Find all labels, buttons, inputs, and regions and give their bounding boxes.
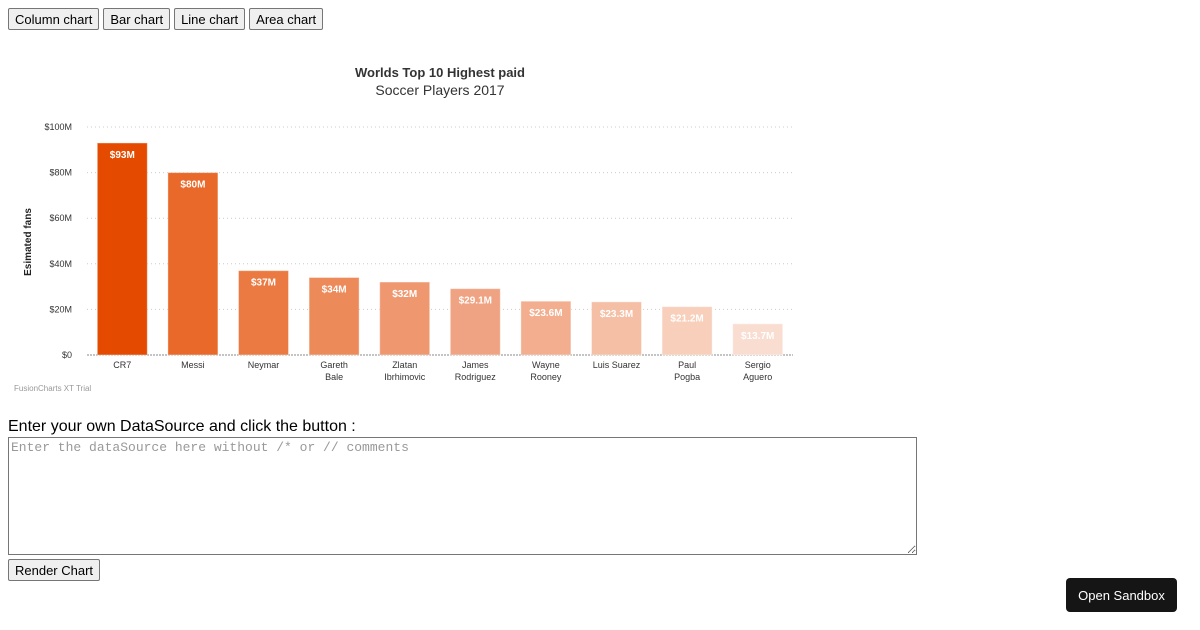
render-chart-button[interactable]: Render Chart xyxy=(8,559,101,581)
x-tick-label: Gareth xyxy=(320,360,348,370)
data-label: $29.1M xyxy=(459,296,492,307)
y-tick-label: $60M xyxy=(49,213,72,223)
area-chart-button[interactable]: Area chart xyxy=(249,8,324,30)
x-tick-label: Bale xyxy=(325,372,343,382)
x-tick-label: James xyxy=(462,360,489,370)
x-tick-label: Rooney xyxy=(530,372,562,382)
chart-title: Worlds Top 10 Highest paid xyxy=(355,65,525,80)
x-tick-label: Paul xyxy=(678,360,696,370)
bar[interactable] xyxy=(96,142,148,356)
datasource-input[interactable] xyxy=(8,437,917,555)
x-tick-label: Zlatan xyxy=(392,360,417,370)
line-chart-button[interactable]: Line chart xyxy=(174,8,246,30)
y-tick-label: $80M xyxy=(49,168,72,178)
data-label: $23.6M xyxy=(529,308,562,319)
chart-type-toolbar: Column chart Bar chart Line chart Area c… xyxy=(8,8,324,30)
y-tick-label: $20M xyxy=(49,304,72,314)
data-label: $93M xyxy=(110,150,135,161)
y-tick-label: $40M xyxy=(49,259,72,269)
x-tick-label: Rodriguez xyxy=(455,372,497,382)
chart-subtitle: Soccer Players 2017 xyxy=(375,82,504,98)
column-chart-button[interactable]: Column chart xyxy=(8,8,100,30)
watermark: FusionCharts XT Trial xyxy=(14,384,91,393)
bar[interactable] xyxy=(167,172,219,356)
x-tick-label: Neymar xyxy=(248,360,280,370)
data-label: $80M xyxy=(180,180,205,191)
open-sandbox-button[interactable]: Open Sandbox xyxy=(1066,578,1177,612)
column-chart: Worlds Top 10 Highest paid Soccer Player… xyxy=(14,65,793,393)
x-tick-label: Wayne xyxy=(532,360,560,370)
x-tick-label: Sergio xyxy=(745,360,771,370)
y-axis-title: Esimated fans xyxy=(23,208,34,276)
data-label: $34M xyxy=(322,284,347,295)
data-label: $13.7M xyxy=(741,331,774,342)
x-tick-label: Ibrhimovic xyxy=(384,372,426,382)
x-tick-label: CR7 xyxy=(113,360,131,370)
datasource-prompt: Enter your own DataSource and click the … xyxy=(8,418,356,435)
x-tick-label: Luis Suarez xyxy=(593,360,641,370)
x-tick-label: Messi xyxy=(181,360,205,370)
bar-chart-button[interactable]: Bar chart xyxy=(103,8,171,30)
data-label: $37M xyxy=(251,278,276,289)
x-tick-label: Pogba xyxy=(674,372,700,382)
y-tick-label: $100M xyxy=(44,122,72,132)
data-label: $21.2M xyxy=(670,314,703,325)
x-tick-label: Aguero xyxy=(743,372,772,382)
data-label: $32M xyxy=(392,289,417,300)
data-label: $23.3M xyxy=(600,309,633,320)
y-tick-label: $0 xyxy=(62,350,72,360)
